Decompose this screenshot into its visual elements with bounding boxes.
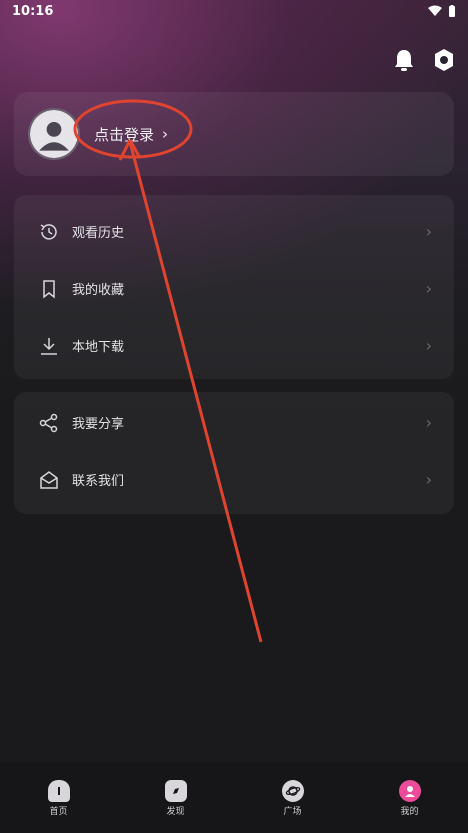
avatar[interactable] — [28, 108, 80, 160]
chevron-right-icon: › — [425, 470, 432, 489]
menu-item-label: 我要分享 — [72, 417, 125, 432]
history-icon — [38, 221, 60, 243]
status-icons — [428, 4, 456, 18]
login-label: 点击登录 — [94, 125, 155, 144]
home-icon — [47, 779, 70, 802]
menu-item-label: 本地下载 — [72, 340, 125, 355]
menu-item-contact[interactable]: 联系我们 › — [14, 451, 454, 508]
bookmark-icon — [38, 278, 60, 300]
menu-item-label: 我的收藏 — [72, 283, 125, 298]
status-bar: 10:16 — [0, 0, 468, 22]
chevron-right-icon: › — [425, 336, 432, 355]
menu-card-secondary: 我要分享 › 联系我们 › — [14, 392, 454, 514]
status-time: 10:16 — [12, 3, 54, 19]
login-card[interactable]: 点击登录 › — [14, 92, 454, 176]
notification-button[interactable] — [392, 48, 416, 72]
nav-label: 广场 — [283, 806, 302, 817]
planet-icon — [281, 779, 304, 802]
profile-icon — [398, 779, 421, 802]
menu-item-history[interactable]: 观看历史 › — [14, 203, 454, 260]
share-icon — [38, 412, 60, 434]
bottom-nav: 首页 发现 广场 我的 — [0, 763, 468, 833]
bell-icon — [395, 50, 413, 71]
top-actions — [392, 48, 456, 72]
chevron-right-icon: › — [162, 125, 169, 143]
nav-label: 首页 — [49, 806, 68, 817]
nav-home[interactable]: 首页 — [19, 779, 99, 817]
menu-item-label: 联系我们 — [72, 474, 125, 489]
menu-item-downloads[interactable]: 本地下载 › — [14, 317, 454, 374]
nav-discover[interactable]: 发现 — [136, 779, 216, 817]
nav-label: 发现 — [166, 806, 185, 817]
settings-button[interactable] — [432, 48, 456, 72]
chevron-right-icon: › — [425, 279, 432, 298]
menu-item-label: 观看历史 — [72, 226, 125, 241]
login-link[interactable]: 点击登录 › — [94, 124, 168, 145]
download-icon — [38, 335, 60, 357]
chevron-right-icon: › — [425, 222, 432, 241]
nav-label: 我的 — [400, 806, 419, 817]
mail-open-icon — [38, 469, 60, 491]
menu-card-primary: 观看历史 › 我的收藏 › 本地下载 › — [14, 195, 454, 379]
discover-icon — [164, 779, 187, 802]
nav-profile[interactable]: 我的 — [370, 779, 450, 817]
menu-item-share[interactable]: 我要分享 › — [14, 394, 454, 451]
menu-item-favorites[interactable]: 我的收藏 › — [14, 260, 454, 317]
battery-icon — [449, 4, 455, 17]
default-avatar-icon — [30, 110, 78, 158]
nav-square[interactable]: 广场 — [253, 779, 333, 817]
settings-hex-icon — [435, 49, 453, 71]
wifi-icon — [428, 5, 442, 16]
chevron-right-icon: › — [425, 413, 432, 432]
